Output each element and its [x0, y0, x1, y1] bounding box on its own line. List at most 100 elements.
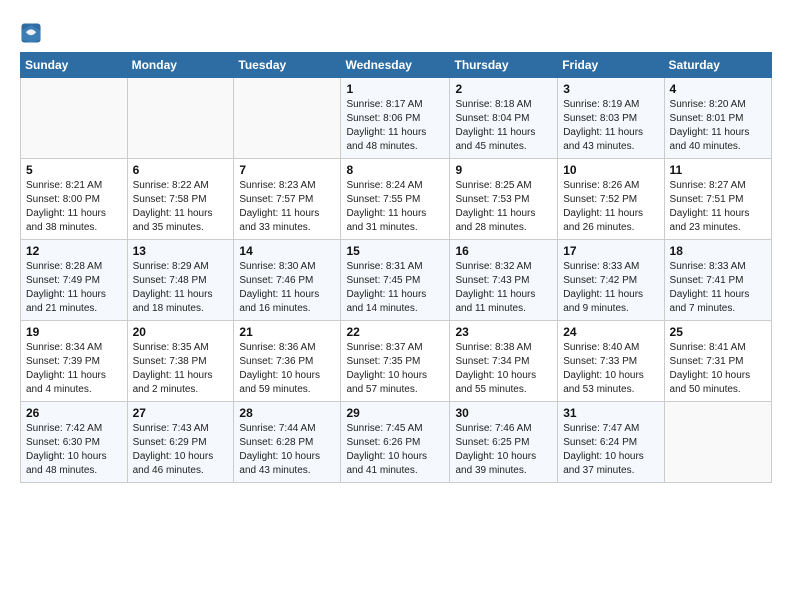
day-cell: 5Sunrise: 8:21 AM Sunset: 8:00 PM Daylig… [21, 159, 128, 240]
day-number: 19 [26, 325, 122, 339]
day-number: 9 [455, 163, 552, 177]
day-number: 20 [133, 325, 229, 339]
day-number: 8 [346, 163, 444, 177]
day-number: 5 [26, 163, 122, 177]
day-cell: 1 Sunrise: 8:17 AM Sunset: 8:06 PM Daylig… [341, 78, 450, 159]
day-number: 7 [239, 163, 335, 177]
day-number: 6 [133, 163, 229, 177]
day-cell: 25 Sunrise: 8:41 AM Sunset: 7:31 PM Dayli… [664, 321, 771, 402]
logo-icon [20, 22, 42, 44]
weekday-thursday: Thursday [450, 53, 558, 78]
weekday-monday: Monday [127, 53, 234, 78]
day-cell [664, 402, 771, 483]
day-cell: 23 Sunrise: 8:38 AM Sunset: 7:34 PM Dayli… [450, 321, 558, 402]
day-cell: 4Sunrise: 8:20 AM Sunset: 8:01 PM Daylig… [664, 78, 771, 159]
day-info: Sunrise: 8:30 AM Sunset: 7:46 PM Dayligh… [239, 260, 335, 316]
week-row-4: 26 Sunrise: 7:42 AM Sunset: 6:30 PM Dayli… [21, 402, 772, 483]
day-number: 31 [563, 406, 658, 420]
day-info: Sunrise: 8:25 AM Sunset: 7:53 PM Dayligh… [455, 179, 552, 235]
day-info: Sunrise: 7:42 AM Sunset: 6:30 PM Dayligh… [26, 422, 122, 478]
day-info: Sunrise: 8:31 AM Sunset: 7:45 PM Dayligh… [346, 260, 444, 316]
day-info: Sunrise: 8:37 AM Sunset: 7:35 PM Dayligh… [346, 341, 444, 397]
day-number: 17 [563, 244, 658, 258]
day-number: 21 [239, 325, 335, 339]
day-info: Sunrise: 8:29 AM Sunset: 7:48 PM Dayligh… [133, 260, 229, 316]
day-info: Sunrise: 8:34 AM Sunset: 7:39 PM Dayligh… [26, 341, 122, 397]
day-number: 25 [670, 325, 766, 339]
day-info: Sunrise: 8:28 AM Sunset: 7:49 PM Dayligh… [26, 260, 122, 316]
day-number: 12 [26, 244, 122, 258]
day-info: Sunrise: 7:43 AM Sunset: 6:29 PM Dayligh… [133, 422, 229, 478]
day-cell: 3 Sunrise: 8:19 AM Sunset: 8:03 PM Daylig… [558, 78, 664, 159]
week-row-0: 1 Sunrise: 8:17 AM Sunset: 8:06 PM Daylig… [21, 78, 772, 159]
day-info: Sunrise: 8:27 AM Sunset: 7:51 PM Dayligh… [670, 179, 766, 235]
day-cell: 31 Sunrise: 7:47 AM Sunset: 6:24 PM Dayli… [558, 402, 664, 483]
header [20, 18, 772, 44]
day-cell: 18Sunrise: 8:33 AM Sunset: 7:41 PM Dayli… [664, 240, 771, 321]
page: SundayMondayTuesdayWednesdayThursdayFrid… [0, 0, 792, 612]
day-number: 30 [455, 406, 552, 420]
day-number: 27 [133, 406, 229, 420]
day-info: Sunrise: 8:32 AM Sunset: 7:43 PM Dayligh… [455, 260, 552, 316]
day-cell: 9 Sunrise: 8:25 AM Sunset: 7:53 PM Daylig… [450, 159, 558, 240]
day-info: Sunrise: 7:46 AM Sunset: 6:25 PM Dayligh… [455, 422, 552, 478]
day-info: Sunrise: 7:47 AM Sunset: 6:24 PM Dayligh… [563, 422, 658, 478]
day-number: 24 [563, 325, 658, 339]
day-cell: 22 Sunrise: 8:37 AM Sunset: 7:35 PM Dayli… [341, 321, 450, 402]
day-info: Sunrise: 8:33 AM Sunset: 7:42 PM Dayligh… [563, 260, 658, 316]
day-cell: 20 Sunrise: 8:35 AM Sunset: 7:38 PM Dayli… [127, 321, 234, 402]
day-cell: 19 Sunrise: 8:34 AM Sunset: 7:39 PM Dayli… [21, 321, 128, 402]
day-number: 4 [670, 82, 766, 96]
weekday-sunday: Sunday [21, 53, 128, 78]
day-cell: 8 Sunrise: 8:24 AM Sunset: 7:55 PM Daylig… [341, 159, 450, 240]
day-cell: 7 Sunrise: 8:23 AM Sunset: 7:57 PM Daylig… [234, 159, 341, 240]
day-number: 16 [455, 244, 552, 258]
day-info: Sunrise: 8:35 AM Sunset: 7:38 PM Dayligh… [133, 341, 229, 397]
day-number: 15 [346, 244, 444, 258]
day-info: Sunrise: 7:44 AM Sunset: 6:28 PM Dayligh… [239, 422, 335, 478]
day-cell: 26 Sunrise: 7:42 AM Sunset: 6:30 PM Dayli… [21, 402, 128, 483]
weekday-tuesday: Tuesday [234, 53, 341, 78]
day-info: Sunrise: 8:24 AM Sunset: 7:55 PM Dayligh… [346, 179, 444, 235]
day-number: 23 [455, 325, 552, 339]
day-number: 2 [455, 82, 552, 96]
day-number: 29 [346, 406, 444, 420]
day-cell: 17 Sunrise: 8:33 AM Sunset: 7:42 PM Dayli… [558, 240, 664, 321]
day-number: 3 [563, 82, 658, 96]
weekday-friday: Friday [558, 53, 664, 78]
day-cell [21, 78, 128, 159]
day-info: Sunrise: 8:38 AM Sunset: 7:34 PM Dayligh… [455, 341, 552, 397]
day-number: 13 [133, 244, 229, 258]
calendar: SundayMondayTuesdayWednesdayThursdayFrid… [20, 52, 772, 483]
day-info: Sunrise: 8:22 AM Sunset: 7:58 PM Dayligh… [133, 179, 229, 235]
day-cell [127, 78, 234, 159]
day-info: Sunrise: 8:23 AM Sunset: 7:57 PM Dayligh… [239, 179, 335, 235]
week-row-3: 19 Sunrise: 8:34 AM Sunset: 7:39 PM Dayli… [21, 321, 772, 402]
day-info: Sunrise: 8:17 AM Sunset: 8:06 PM Dayligh… [346, 98, 444, 154]
day-cell: 29Sunrise: 7:45 AM Sunset: 6:26 PM Dayli… [341, 402, 450, 483]
day-cell: 21 Sunrise: 8:36 AM Sunset: 7:36 PM Dayli… [234, 321, 341, 402]
day-cell: 30 Sunrise: 7:46 AM Sunset: 6:25 PM Dayli… [450, 402, 558, 483]
day-info: Sunrise: 8:36 AM Sunset: 7:36 PM Dayligh… [239, 341, 335, 397]
weekday-saturday: Saturday [664, 53, 771, 78]
day-cell: 2 Sunrise: 8:18 AM Sunset: 8:04 PM Daylig… [450, 78, 558, 159]
day-number: 10 [563, 163, 658, 177]
day-cell: 28 Sunrise: 7:44 AM Sunset: 6:28 PM Dayli… [234, 402, 341, 483]
day-cell: 11Sunrise: 8:27 AM Sunset: 7:51 PM Dayli… [664, 159, 771, 240]
day-number: 28 [239, 406, 335, 420]
day-info: Sunrise: 8:18 AM Sunset: 8:04 PM Dayligh… [455, 98, 552, 154]
day-number: 26 [26, 406, 122, 420]
day-cell: 12 Sunrise: 8:28 AM Sunset: 7:49 PM Dayli… [21, 240, 128, 321]
week-row-1: 5Sunrise: 8:21 AM Sunset: 8:00 PM Daylig… [21, 159, 772, 240]
day-cell: 15 Sunrise: 8:31 AM Sunset: 7:45 PM Dayli… [341, 240, 450, 321]
day-cell: 27 Sunrise: 7:43 AM Sunset: 6:29 PM Dayli… [127, 402, 234, 483]
day-info: Sunrise: 8:41 AM Sunset: 7:31 PM Dayligh… [670, 341, 766, 397]
day-number: 22 [346, 325, 444, 339]
day-cell: 14 Sunrise: 8:30 AM Sunset: 7:46 PM Dayli… [234, 240, 341, 321]
weekday-header-row: SundayMondayTuesdayWednesdayThursdayFrid… [21, 53, 772, 78]
weekday-wednesday: Wednesday [341, 53, 450, 78]
day-info: Sunrise: 8:19 AM Sunset: 8:03 PM Dayligh… [563, 98, 658, 154]
day-number: 14 [239, 244, 335, 258]
day-number: 1 [346, 82, 444, 96]
day-cell: 13 Sunrise: 8:29 AM Sunset: 7:48 PM Dayli… [127, 240, 234, 321]
